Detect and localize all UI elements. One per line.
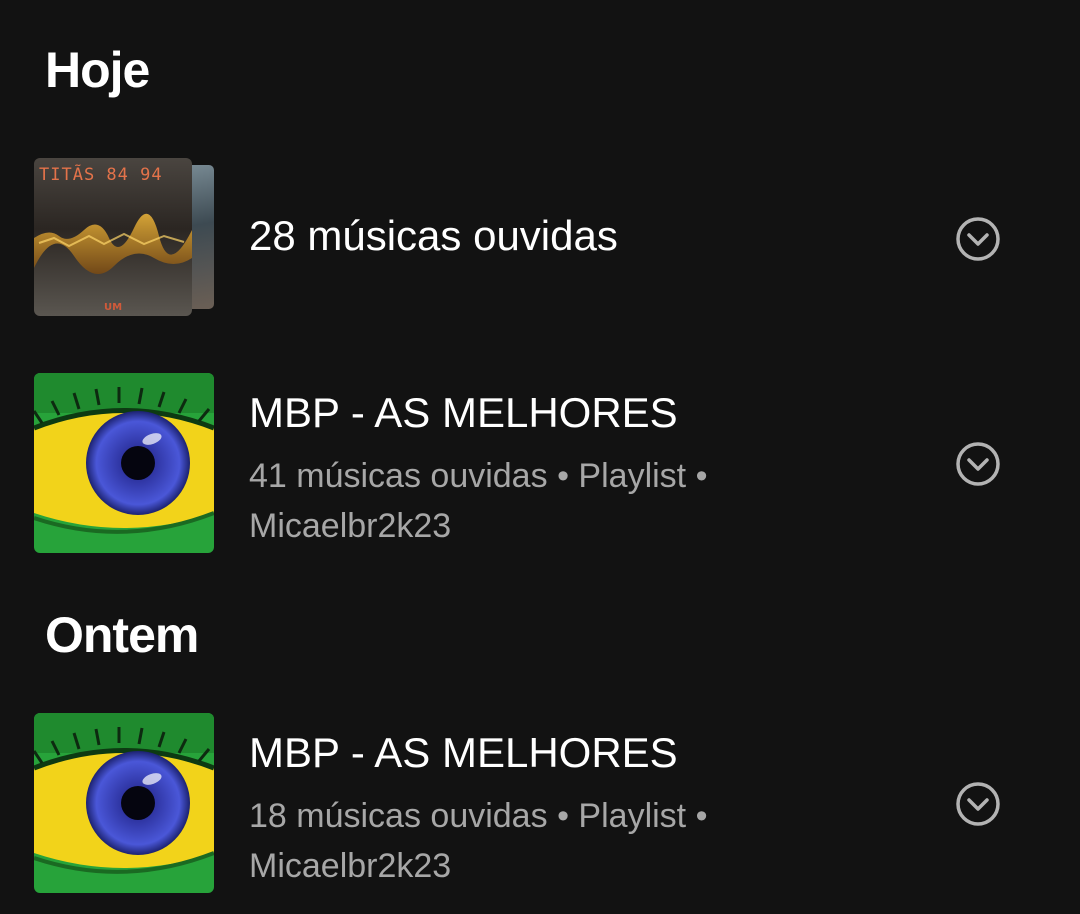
- item-subtitle: 18 músicas ouvidas • Playlist • Micaelbr…: [249, 791, 749, 891]
- album-cover-titas: TITÃS 84 94 UM: [34, 158, 192, 316]
- chevron-down-circle-icon[interactable]: [955, 441, 1001, 487]
- chevron-down-circle-icon[interactable]: [955, 216, 1001, 262]
- item-title: 28 músicas ouvidas: [249, 212, 618, 259]
- album-cover-bottom-text: UM: [104, 302, 122, 313]
- separator-dot: •: [695, 457, 708, 495]
- separator-dot: •: [557, 457, 569, 495]
- album-cover-top-text: TITÃS 84 94: [39, 163, 163, 185]
- list-item-history-group[interactable]: TITÃS 84 94 UM 28 músicas ouvidas: [0, 150, 1080, 330]
- section-title-yesterday: Ontem: [45, 607, 199, 663]
- item-track-count: 18 músicas ouvidas: [249, 797, 548, 835]
- section-title-today: Hoje: [45, 42, 150, 98]
- stacked-album-art: TITÃS 84 94 UM: [34, 158, 219, 318]
- playlist-cover-eye: [34, 713, 214, 893]
- separator-dot: •: [557, 797, 569, 835]
- item-type: Playlist: [578, 457, 687, 495]
- item-type: Playlist: [578, 797, 687, 835]
- list-item-playlist[interactable]: MBP - AS MELHORES 18 músicas ouvidas • P…: [0, 713, 1080, 893]
- chevron-down-circle-icon[interactable]: [955, 781, 1001, 827]
- item-title: MBP - AS MELHORES: [249, 389, 678, 436]
- item-track-count: 41 músicas ouvidas: [249, 457, 548, 495]
- list-item-playlist[interactable]: MBP - AS MELHORES 41 músicas ouvidas • P…: [0, 373, 1080, 553]
- separator-dot: •: [695, 797, 708, 835]
- item-owner: Micaelbr2k23: [249, 507, 452, 545]
- item-owner: Micaelbr2k23: [249, 847, 452, 885]
- item-title: MBP - AS MELHORES: [249, 729, 678, 776]
- playlist-cover-eye: [34, 373, 214, 553]
- item-subtitle: 41 músicas ouvidas • Playlist • Micaelbr…: [249, 451, 749, 551]
